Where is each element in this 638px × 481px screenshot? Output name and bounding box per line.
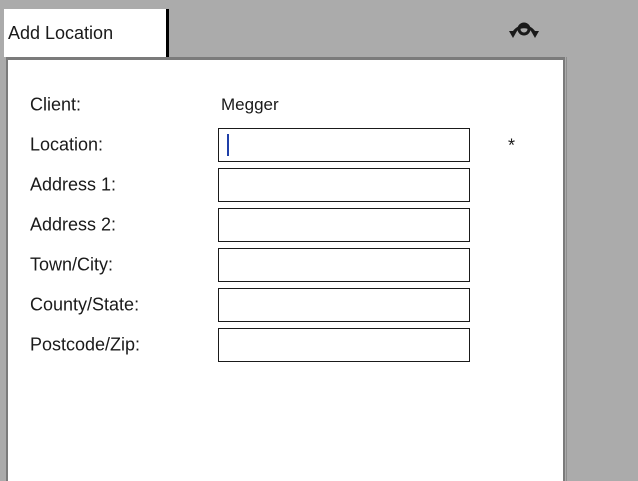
town-city-field[interactable] [218,248,470,282]
county-state-field[interactable] [218,288,470,322]
town-city-row: Town/City: [8,248,563,282]
right-strip [566,57,638,481]
address1-row: Address 1: [8,168,563,202]
text-caret [227,134,229,156]
location-label: Location: [30,134,104,155]
location-row: Location: * [8,128,563,162]
client-row: Client: Megger [8,88,563,122]
required-mark: * [508,135,516,156]
county-state-row: County/State: [8,288,563,322]
form-panel: Client: Megger Location: * Address 1: Ad… [6,57,565,481]
postcode-zip-label: Postcode/Zip: [30,334,141,355]
screen: Add Location Client: Megger Location: * … [0,0,638,481]
address1-label: Address 1: [30,174,117,195]
county-state-label: County/State: [30,294,140,315]
address1-field[interactable] [218,168,470,202]
postcode-zip-field[interactable] [218,328,470,362]
address2-label: Address 2: [30,214,117,235]
address2-row: Address 2: [8,208,563,242]
tab-label: Add Location [8,22,114,43]
client-value: Megger [221,95,279,114]
location-field[interactable] [218,128,470,162]
postcode-zip-row: Postcode/Zip: [8,328,563,362]
top-bar: Add Location [0,0,638,57]
tab-add-location[interactable]: Add Location [4,9,169,57]
client-label: Client: [30,94,82,115]
address2-field[interactable] [218,208,470,242]
rotate-icon[interactable] [508,12,540,42]
town-city-label: Town/City: [30,254,114,275]
